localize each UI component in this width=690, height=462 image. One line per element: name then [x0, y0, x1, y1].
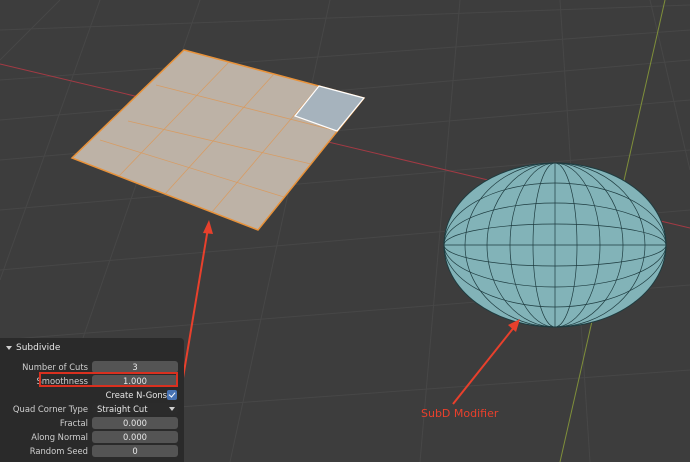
chevron-down-icon: [169, 407, 175, 411]
quad-corner-type-value: Straight Cut: [97, 404, 148, 414]
panel-title: Subdivide: [16, 343, 61, 353]
along-normal-label: Along Normal: [31, 432, 88, 442]
subdivide-operator-panel: Subdivide Number of Cuts 3 Smoothness 1.…: [0, 338, 184, 462]
create-ngons-checkbox[interactable]: [167, 390, 177, 400]
subd-sphere[interactable]: [443, 162, 667, 328]
random-seed-row: Random Seed 0: [0, 445, 184, 457]
smoothness-row: Smoothness 1.000: [0, 375, 184, 387]
random-seed-field[interactable]: 0: [92, 445, 178, 457]
quad-corner-type-label: Quad Corner Type: [12, 404, 88, 414]
fractal-row: Fractal 0.000: [0, 417, 184, 429]
panel-header[interactable]: Subdivide: [6, 342, 60, 354]
create-ngons-row: Create N-Gons: [0, 389, 184, 401]
random-seed-label: Random Seed: [29, 446, 88, 456]
subdivided-plane[interactable]: [70, 49, 366, 231]
chevron-down-icon[interactable]: [6, 346, 12, 350]
quad-corner-type-row: Quad Corner Type Straight Cut: [0, 403, 184, 415]
number-of-cuts-field[interactable]: 3: [92, 361, 178, 373]
along-normal-field[interactable]: 0.000: [92, 431, 178, 443]
fractal-field[interactable]: 0.000: [92, 417, 178, 429]
smoothness-field[interactable]: 1.000: [92, 375, 178, 387]
number-of-cuts-row: Number of Cuts 3: [0, 361, 184, 373]
create-ngons-label: Create N-Gons: [105, 390, 167, 400]
annotation-arrow-sphere: [452, 319, 520, 405]
along-normal-row: Along Normal 0.000: [0, 431, 184, 443]
quad-corner-type-select[interactable]: Straight Cut: [92, 403, 178, 415]
number-of-cuts-label: Number of Cuts: [22, 362, 88, 372]
fractal-label: Fractal: [59, 418, 88, 428]
smoothness-label: Smoothness: [36, 376, 88, 386]
subd-modifier-label: SubD Modifier: [421, 407, 499, 420]
